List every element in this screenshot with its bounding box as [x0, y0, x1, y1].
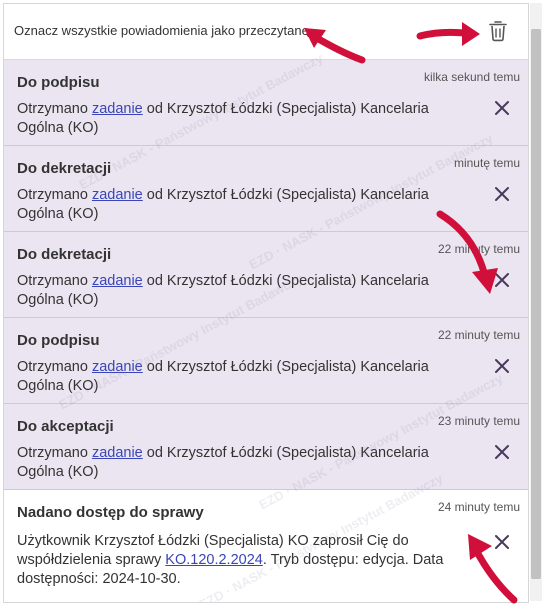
notifications-panel: Oznacz wszystkie powiadomienia jako prze… [3, 3, 529, 603]
notification-time: 23 minuty temu [437, 414, 520, 428]
notification-message: Użytkownik Krzysztof Łódzki (Specjalista… [17, 532, 479, 589]
notification-message: Otrzymano zadanie od Krzysztof Łódzki (S… [17, 272, 479, 310]
scrollbar-thumb[interactable] [531, 29, 541, 579]
close-icon[interactable] [494, 358, 510, 374]
notification-title: Do podpisu [17, 74, 100, 91]
notification-title: Do dekretacji [17, 246, 112, 263]
notification-time: 22 minuty temu [437, 242, 520, 256]
notification-time: kilka sekund temu [423, 70, 520, 84]
notification-item: Do akceptacji 23 minuty temu Otrzymano z… [4, 404, 528, 490]
notification-message: Otrzymano zadanie od Krzysztof Łódzki (S… [17, 186, 479, 224]
task-link[interactable]: zadanie [92, 101, 143, 117]
message-text: Otrzymano [17, 101, 92, 117]
notification-item: Nadano dostęp do sprawy 24 minuty temu U… [4, 490, 528, 602]
task-link[interactable]: zadanie [92, 187, 143, 203]
close-icon[interactable] [494, 272, 510, 288]
case-link[interactable]: KO.120.2.2024 [165, 552, 263, 568]
message-text: Otrzymano [17, 445, 92, 461]
task-link[interactable]: zadanie [92, 273, 143, 289]
notification-time: 22 minuty temu [437, 328, 520, 342]
notifications-header: Oznacz wszystkie powiadomienia jako prze… [4, 4, 528, 60]
notification-item: Do podpisu kilka sekund temu Otrzymano z… [4, 60, 528, 146]
trash-icon[interactable] [488, 20, 508, 42]
notification-title: Do dekretacji [17, 160, 112, 177]
notification-item: Do dekretacji minutę temu Otrzymano zada… [4, 146, 528, 232]
close-icon[interactable] [494, 444, 510, 460]
message-text: Otrzymano [17, 187, 92, 203]
mark-all-read-link[interactable]: Oznacz wszystkie powiadomienia jako prze… [14, 23, 309, 38]
notification-time: 24 minuty temu [437, 500, 520, 514]
close-icon[interactable] [494, 186, 510, 202]
close-icon[interactable] [494, 100, 510, 116]
notification-title: Do podpisu [17, 332, 100, 349]
scrollbar[interactable] [530, 3, 542, 601]
task-link[interactable]: zadanie [92, 445, 143, 461]
notification-message: Otrzymano zadanie od Krzysztof Łódzki (S… [17, 358, 479, 396]
task-link[interactable]: zadanie [92, 359, 143, 375]
notification-item: Do dekretacji 22 minuty temu Otrzymano z… [4, 232, 528, 318]
message-text: Otrzymano [17, 359, 92, 375]
notification-title: Nadano dostęp do sprawy [17, 504, 204, 521]
notification-message: Otrzymano zadanie od Krzysztof Łódzki (S… [17, 100, 479, 138]
notification-title: Do akceptacji [17, 418, 114, 435]
notification-message: Otrzymano zadanie od Krzysztof Łódzki (S… [17, 444, 479, 482]
message-text: Otrzymano [17, 273, 92, 289]
close-icon[interactable] [494, 534, 510, 550]
notification-item: Do podpisu 22 minuty temu Otrzymano zada… [4, 318, 528, 404]
notification-time: minutę temu [453, 156, 520, 170]
